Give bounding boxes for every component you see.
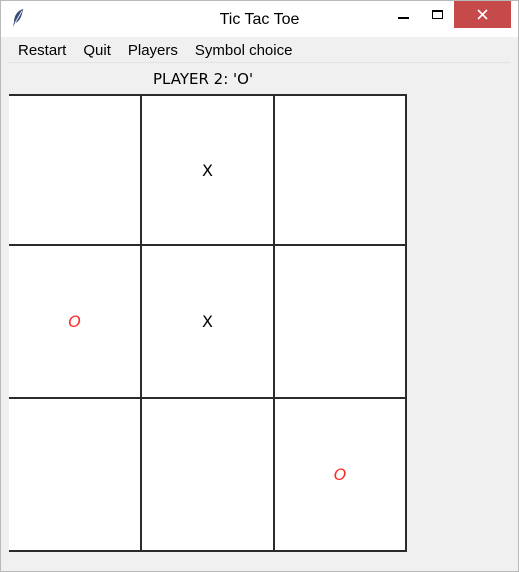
cell-symbol: X bbox=[202, 160, 213, 180]
menu-symbol-choice[interactable]: Symbol choice bbox=[186, 39, 301, 62]
menu-restart[interactable]: Restart bbox=[9, 39, 74, 62]
board-cell-4[interactable]: X bbox=[142, 246, 275, 399]
turn-status: PLAYER 2: 'O' bbox=[9, 65, 510, 93]
menu-bar: Restart Quit Players Symbol choice bbox=[9, 39, 510, 63]
board-cell-0[interactable] bbox=[9, 94, 142, 246]
minimize-button[interactable] bbox=[386, 1, 420, 28]
board-cell-3[interactable]: O bbox=[9, 246, 142, 399]
board-cell-2[interactable] bbox=[275, 94, 407, 246]
menu-players[interactable]: Players bbox=[119, 39, 186, 62]
cell-symbol: O bbox=[68, 312, 81, 331]
close-button[interactable] bbox=[454, 1, 511, 28]
board-cell-8[interactable]: O bbox=[275, 399, 407, 552]
board-cell-1[interactable]: X bbox=[142, 94, 275, 246]
maximize-button[interactable] bbox=[420, 1, 454, 28]
maximize-icon bbox=[431, 10, 443, 19]
board-cell-7[interactable] bbox=[142, 399, 275, 552]
title-bar[interactable]: Tic Tac Toe bbox=[1, 1, 518, 37]
close-icon bbox=[477, 5, 488, 24]
app-window: Tic Tac Toe Restart Quit Players Symbol … bbox=[0, 0, 519, 572]
menu-quit[interactable]: Quit bbox=[74, 39, 119, 62]
board-cell-6[interactable] bbox=[9, 399, 142, 552]
game-board: X O X O bbox=[9, 94, 407, 552]
board-cell-5[interactable] bbox=[275, 246, 407, 399]
cell-symbol: X bbox=[202, 312, 213, 331]
minimize-icon bbox=[397, 16, 409, 19]
cell-symbol: O bbox=[333, 465, 347, 484]
turn-status-label: PLAYER 2: 'O' bbox=[153, 70, 254, 88]
